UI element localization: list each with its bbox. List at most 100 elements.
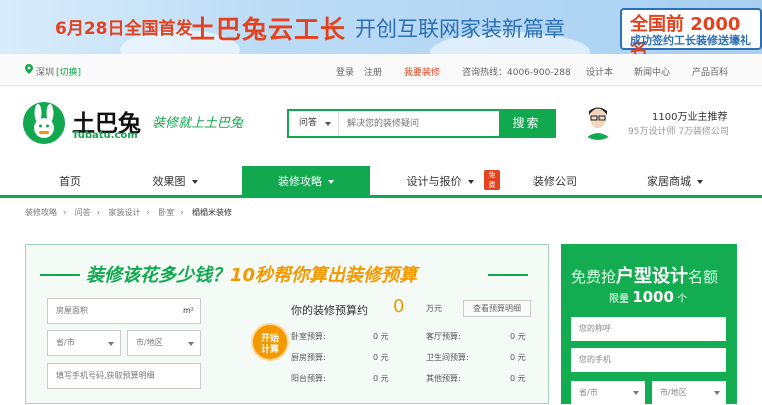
- chevron-down-icon: [633, 391, 639, 395]
- phone-field[interactable]: 填写手机号码,获取预算明细: [47, 363, 201, 389]
- breadcrumb-sep: ›: [96, 208, 100, 217]
- area-unit: m²: [183, 306, 194, 315]
- side-province-select[interactable]: 省/市: [571, 381, 645, 405]
- promo-line2: 成功签约工长装修送壕礼: [630, 34, 751, 47]
- spokesperson-avatar: [578, 100, 618, 140]
- chevron-down-icon: [108, 342, 114, 346]
- breadcrumb-sep: ›: [180, 208, 184, 217]
- budget-row-value: 0 元: [373, 353, 389, 362]
- budget-row-value: 0 元: [510, 374, 526, 383]
- breadcrumb-item[interactable]: 卧室: [158, 208, 174, 217]
- start-calc-button[interactable]: 开始 计算: [251, 323, 289, 361]
- view-detail-button[interactable]: 查看预算明细: [463, 300, 531, 317]
- top-banner[interactable]: 6月28日全国首发 土巴兔云工长 开创互联网家装新篇章 全国前 2000 名 成…: [0, 0, 762, 54]
- budget-row-value: 0 元: [510, 353, 526, 362]
- nav-companies-label: 装修公司: [533, 175, 577, 188]
- area-field[interactable]: 房屋面积 m²: [47, 298, 201, 324]
- quota-count: 1000: [632, 288, 674, 306]
- banner-title: 土巴兔云工长: [190, 15, 347, 44]
- free-design-form: 免费抢户型设计名额 限量 1000 个 您的称呼 您的手机 省/市 市/地区: [561, 244, 737, 405]
- chevron-down-icon: [714, 391, 720, 395]
- slogan: 装修就上土巴兔: [152, 116, 244, 131]
- nav-mall-label: 家居商城: [647, 175, 691, 188]
- budget-row-label: 客厅预算:: [426, 332, 461, 341]
- side-title: 免费抢户型设计名额: [571, 262, 718, 288]
- nav-design-quote-label: 设计与报价: [406, 175, 462, 188]
- top-bar: 深圳 [切换] 登录 注册 我要装修 咨询热线：4006-900-288 设计本…: [0, 54, 762, 86]
- breadcrumb-item[interactable]: 装修攻略: [25, 208, 57, 217]
- side-city-label: 市/地区: [660, 388, 687, 397]
- chevron-down-icon: [328, 180, 334, 184]
- banner-date: 6月28日全国首发: [55, 19, 193, 39]
- search-bar: 问答 搜索: [287, 109, 556, 138]
- nav-home-label: 首页: [59, 175, 81, 188]
- side-title-c: 名额: [688, 268, 719, 286]
- budget-row-label: 卫生间预算:: [426, 353, 469, 362]
- nav-guide[interactable]: 装修攻略: [242, 166, 370, 198]
- news-link[interactable]: 新闻中心: [634, 65, 670, 78]
- breadcrumb-item[interactable]: 问答: [75, 208, 91, 217]
- rabbit-logo-icon[interactable]: [23, 102, 65, 144]
- calculator-title: 装修该花多少钱？10秒帮你算出装修预算: [86, 261, 417, 287]
- city-label: 深圳: [36, 68, 55, 78]
- breadcrumb: 装修攻略 › 问答 › 家装设计 › 卧室 › 榻榻米装修: [25, 207, 238, 218]
- search-type-label: 问答: [299, 118, 318, 128]
- budget-row-label: 阳台预算:: [291, 374, 326, 383]
- chevron-down-icon: [325, 122, 331, 126]
- side-subtitle-c: 个: [677, 294, 688, 305]
- budget-row-value: 0 元: [373, 374, 389, 383]
- side-title-b: 户型设计: [616, 266, 689, 287]
- side-city-select[interactable]: 市/地区: [652, 381, 726, 405]
- result-value: 0: [393, 296, 405, 317]
- result-label: 你的装修预算约: [291, 304, 368, 317]
- nav-home[interactable]: 首页: [20, 166, 120, 198]
- switch-city-link[interactable]: [切换]: [56, 65, 81, 78]
- nav-mall[interactable]: 家居商城: [620, 166, 730, 198]
- promo-title: 1100万业主推荐: [652, 112, 728, 123]
- logo-domain: Tubatu.com: [72, 130, 138, 141]
- products-link[interactable]: 产品百科: [692, 65, 728, 78]
- breadcrumb-item[interactable]: 家装设计: [109, 208, 141, 217]
- province-label: 省/市: [56, 338, 75, 347]
- side-province-label: 省/市: [579, 388, 598, 397]
- province-select[interactable]: 省/市: [47, 330, 121, 356]
- name-field[interactable]: 您的称呼: [571, 317, 726, 341]
- side-phone-placeholder: 您的手机: [579, 355, 611, 364]
- nav-gallery[interactable]: 效果图: [120, 166, 230, 198]
- chevron-down-icon: [697, 180, 703, 184]
- search-input[interactable]: [343, 111, 499, 136]
- hotline-text: 咨询热线：4006-900-288: [462, 68, 571, 78]
- title-dash: [488, 274, 528, 276]
- designer-link[interactable]: 设计本: [586, 65, 613, 78]
- login-link[interactable]: 登录: [336, 65, 354, 78]
- breadcrumb-sep: ›: [146, 208, 150, 217]
- name-placeholder: 您的称呼: [579, 324, 611, 333]
- chevron-down-icon: [467, 180, 474, 184]
- phone-field-side[interactable]: 您的手机: [571, 348, 726, 372]
- nav-design-quote[interactable]: 设计与报价 免费: [380, 166, 500, 198]
- area-placeholder: 房屋面积: [56, 306, 88, 315]
- nav-companies[interactable]: 装修公司: [500, 166, 610, 198]
- register-link[interactable]: 注册: [364, 65, 382, 78]
- calculator-title-b: 10秒帮你算出装修预算: [230, 265, 418, 286]
- chevron-down-icon: [188, 342, 194, 346]
- free-badge: 免费: [484, 170, 500, 190]
- budget-row-label: 卧室预算:: [291, 332, 326, 341]
- breadcrumb-sep: ›: [63, 208, 67, 217]
- city-select[interactable]: 市/地区: [127, 330, 201, 356]
- calculator-title-a: 装修该花多少钱？: [86, 265, 230, 286]
- search-button[interactable]: 搜索: [499, 111, 554, 136]
- city-label: 市/地区: [136, 338, 163, 347]
- budget-row-label: 厨房预算:: [291, 353, 326, 362]
- budget-calculator: 装修该花多少钱？10秒帮你算出装修预算 房屋面积 m² 省/市 市/地区 填写手…: [25, 244, 549, 404]
- nav-gallery-label: 效果图: [152, 175, 186, 188]
- banner-promo-box[interactable]: 全国前 2000 名 成功签约工长装修送壕礼: [620, 8, 762, 54]
- want-reno-link[interactable]: 我要装修: [404, 65, 440, 78]
- side-subtitle-a: 限量: [609, 294, 629, 305]
- nav-guide-label: 装修攻略: [278, 175, 322, 188]
- result-unit: 万元: [426, 304, 442, 313]
- search-type-select[interactable]: 问答: [289, 111, 339, 136]
- side-subtitle: 限量 1000 个: [609, 288, 687, 306]
- location-pin-icon: [25, 64, 33, 74]
- phone-placeholder: 填写手机号码,获取预算明细: [56, 371, 155, 380]
